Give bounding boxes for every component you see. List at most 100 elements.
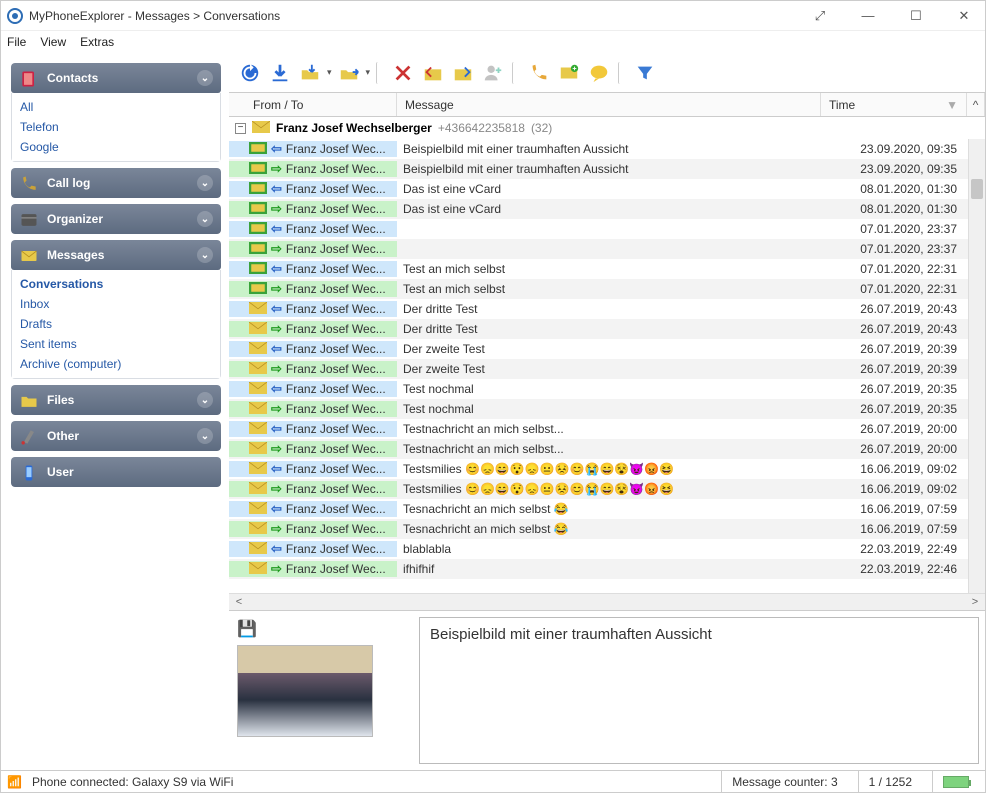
menu-extras[interactable]: Extras — [80, 35, 114, 49]
reply-button[interactable] — [420, 60, 446, 86]
menubar: File View Extras — [1, 31, 985, 53]
maximize-button[interactable]: ☐ — [901, 8, 931, 24]
sidebar-item-conversations[interactable]: Conversations — [20, 274, 212, 294]
panel-files-label: Files — [47, 393, 74, 407]
message-row[interactable]: ⇦Franz Josef Wec...Beispielbild mit eine… — [229, 139, 985, 159]
from-text: Franz Josef Wec... — [286, 242, 386, 256]
envelope-icon — [249, 222, 267, 236]
sidebar-item-drafts[interactable]: Drafts — [20, 314, 212, 334]
export-button[interactable] — [336, 60, 362, 86]
message-row[interactable]: ⇨Franz Josef Wec...07.01.2020, 23:37 — [229, 239, 985, 259]
from-text: Franz Josef Wec... — [286, 562, 386, 576]
message-row[interactable]: ⇨Franz Josef Wec...Der dritte Test26.07.… — [229, 319, 985, 339]
envelope-icon — [249, 142, 267, 156]
message-row[interactable]: ⇦Franz Josef Wec...Der dritte Test26.07.… — [229, 299, 985, 319]
message-text: Test nochmal — [397, 382, 821, 396]
message-row[interactable]: ⇦Franz Josef Wec...blablabla22.03.2019, … — [229, 539, 985, 559]
sidebar-item-inbox[interactable]: Inbox — [20, 294, 212, 314]
panel-calllog-header[interactable]: Call log ⌄ — [11, 168, 221, 198]
message-row[interactable]: ⇨Franz Josef Wec...Der zweite Test26.07.… — [229, 359, 985, 379]
attachment-thumbnail[interactable] — [237, 645, 373, 737]
message-row[interactable]: ⇦Franz Josef Wec...Der zweite Test26.07.… — [229, 339, 985, 359]
forward-button[interactable] — [450, 60, 476, 86]
time-text: 23.09.2020, 09:35 — [821, 142, 967, 156]
column-from[interactable]: From / To — [229, 93, 397, 116]
new-message-button[interactable] — [556, 60, 582, 86]
panel-organizer-header[interactable]: Organizer ⌄ — [11, 204, 221, 234]
message-text: Das ist eine vCard — [397, 202, 821, 216]
horizontal-scrollbar[interactable]: < > — [229, 593, 985, 610]
thread-header[interactable]: − Franz Josef Wechselberger +43664223581… — [229, 117, 985, 139]
sidebar-item-sentitems[interactable]: Sent items — [20, 334, 212, 354]
envelope-icon — [249, 502, 267, 516]
message-row[interactable]: ⇨Franz Josef Wec...Test nochmal26.07.201… — [229, 399, 985, 419]
message-row[interactable]: ⇦Franz Josef Wec...07.01.2020, 23:37 — [229, 219, 985, 239]
column-message[interactable]: Message — [397, 93, 821, 116]
panel-files: Files ⌄ — [11, 385, 221, 415]
panel-organizer-label: Organizer — [47, 212, 103, 226]
from-text: Franz Josef Wec... — [286, 282, 386, 296]
restore-down-icon[interactable]: ⤢ — [805, 8, 835, 24]
save-icon[interactable]: 💾 — [237, 619, 411, 639]
window-buttons: ⤢ — ☐ ✕ — [805, 8, 979, 24]
envelope-icon — [249, 462, 267, 476]
scroll-right-button[interactable]: > — [967, 596, 983, 608]
message-row[interactable]: ⇨Franz Josef Wec...Das ist eine vCard08.… — [229, 199, 985, 219]
column-message-label: Message — [405, 98, 454, 112]
download-button[interactable] — [267, 60, 293, 86]
arrow-in-icon: ⇦ — [271, 541, 282, 557]
from-text: Franz Josef Wec... — [286, 202, 386, 216]
sidebar-item-google[interactable]: Google — [20, 137, 212, 157]
message-row[interactable]: ⇨Franz Josef Wec...Testnachricht an mich… — [229, 439, 985, 459]
message-row[interactable]: ⇨Franz Josef Wec...Testsmilies 😊😞😄😯😞😐😣😊😭… — [229, 479, 985, 499]
battery-icon — [932, 771, 979, 792]
arrow-out-icon: ⇨ — [271, 321, 282, 337]
import-button[interactable] — [297, 60, 323, 86]
arrow-in-icon: ⇦ — [271, 341, 282, 357]
scroll-up-button[interactable]: ^ — [967, 93, 985, 116]
message-row[interactable]: ⇦Franz Josef Wec...Tesnachricht an mich … — [229, 499, 985, 519]
message-row[interactable]: ⇦Franz Josef Wec...Das ist eine vCard08.… — [229, 179, 985, 199]
panel-files-header[interactable]: Files ⌄ — [11, 385, 221, 415]
time-text: 26.07.2019, 20:00 — [821, 442, 967, 456]
refresh-button[interactable] — [237, 60, 263, 86]
scroll-left-button[interactable]: < — [231, 596, 247, 608]
message-text: Beispielbild mit einer traumhaften Aussi… — [397, 162, 821, 176]
menu-view[interactable]: View — [40, 35, 66, 49]
add-contact-button[interactable] — [480, 60, 506, 86]
message-list: ⇦ Franz Josef Wec... Beispielbild mit eine… — [229, 139, 985, 593]
message-row[interactable]: ⇨Franz Josef Wec...Beispielbild mit eine… — [229, 159, 985, 179]
window-title: MyPhoneExplorer - Messages > Conversatio… — [29, 9, 805, 23]
minimize-button[interactable]: — — [853, 8, 883, 23]
message-row[interactable]: ⇨Franz Josef Wec...Test an mich selbst07… — [229, 279, 985, 299]
menu-file[interactable]: File — [7, 35, 26, 49]
sidebar-item-archive[interactable]: Archive (computer) — [20, 354, 212, 374]
vertical-scrollbar[interactable] — [968, 139, 985, 593]
panel-user-header[interactable]: User — [11, 457, 221, 487]
chat-button[interactable] — [586, 60, 612, 86]
message-row[interactable]: ⇨Franz Josef Wec...Tesnachricht an mich … — [229, 519, 985, 539]
time-text: 16.06.2019, 07:59 — [821, 502, 967, 516]
message-text: Testsmilies 😊😞😄😯😞😐😣😊😭😄😵😈😡😆 — [397, 462, 821, 476]
panel-contacts-header[interactable]: Contacts ⌄ — [11, 63, 221, 93]
message-row[interactable]: ⇦Franz Josef Wec...Test nochmal26.07.201… — [229, 379, 985, 399]
message-row[interactable]: ⇦Franz Josef Wec...Testsmilies 😊😞😄😯😞😐😣😊😭… — [229, 459, 985, 479]
close-button[interactable]: ✕ — [949, 8, 979, 24]
sidebar-item-telefon[interactable]: Telefon — [20, 117, 212, 137]
collapse-icon[interactable]: − — [235, 123, 246, 134]
panel-messages-header[interactable]: Messages ⌄ — [11, 240, 221, 270]
chevron-icon: ⌄ — [197, 428, 213, 444]
panel-other-header[interactable]: Other ⌄ — [11, 421, 221, 451]
call-button[interactable] — [526, 60, 552, 86]
message-row[interactable]: ⇦Franz Josef Wec...Test an mich selbst07… — [229, 259, 985, 279]
message-row[interactable]: ⇦Franz Josef Wec...Testnachricht an mich… — [229, 419, 985, 439]
from-text: Franz Josef Wec... — [286, 322, 386, 336]
panel-contacts: Contacts ⌄ All Telefon Google — [11, 63, 221, 162]
message-row[interactable]: ⇨Franz Josef Wec...ifhifhif22.03.2019, 2… — [229, 559, 985, 579]
sidebar-item-all[interactable]: All — [20, 97, 212, 117]
envelope-icon — [249, 382, 267, 396]
filter-button[interactable] — [632, 60, 658, 86]
delete-button[interactable] — [390, 60, 416, 86]
time-text: 08.01.2020, 01:30 — [821, 202, 967, 216]
column-time[interactable]: Time▼ — [821, 93, 967, 116]
